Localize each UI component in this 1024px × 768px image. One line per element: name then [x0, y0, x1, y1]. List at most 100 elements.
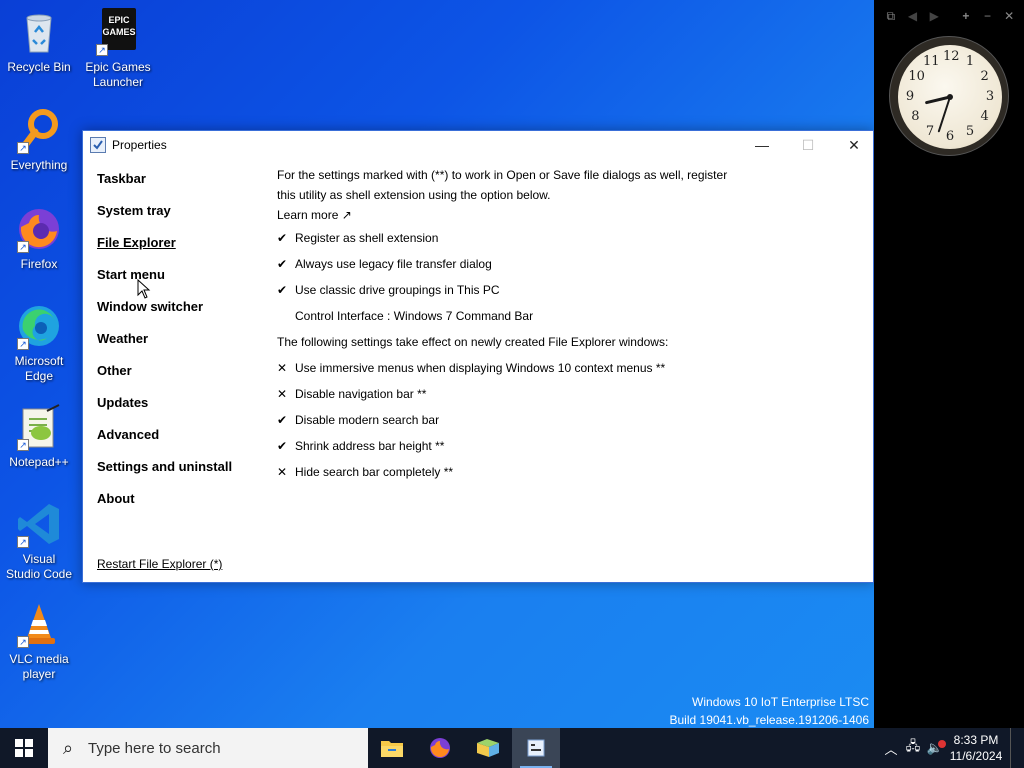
minimize-icon[interactable]: −	[979, 9, 997, 23]
maximize-button: ☐	[785, 131, 831, 159]
desktop-icon-firefox[interactable]: ↗ Firefox	[1, 205, 77, 272]
search-icon: ⌕	[62, 737, 74, 758]
taskbar-files-app[interactable]	[464, 728, 512, 768]
intro-text-line1: For the settings marked with (**) to wor…	[277, 168, 728, 182]
watermark-edition: Windows 10 IoT Enterprise LTSC	[692, 695, 869, 709]
clock-datetime[interactable]: 8:33 PM 11/6/2024	[946, 732, 1006, 764]
nav-item-updates[interactable]: Updates	[97, 393, 267, 425]
option-label: Disable navigation bar **	[295, 387, 427, 401]
close-icon[interactable]: ✕	[1000, 9, 1018, 23]
next-arrow-icon[interactable]: ▶	[925, 9, 943, 23]
title-bar[interactable]: Properties — ☐ ✕	[83, 131, 873, 159]
option-shrink-address-bar[interactable]: ✔ Shrink address bar height **	[277, 433, 747, 459]
desktop-icon-recycle-bin[interactable]: Recycle Bin	[1, 8, 77, 75]
file-explorer-settings: For the settings marked with (**) to wor…	[277, 165, 747, 485]
nav-item-advanced[interactable]: Advanced	[97, 425, 267, 457]
taskbar-firefox[interactable]	[416, 728, 464, 768]
option-legacy-file-transfer[interactable]: ✔ Always use legacy file transfer dialog	[277, 251, 747, 277]
minimize-icon: —	[755, 137, 769, 153]
nav-item-file-explorer[interactable]: File Explorer	[97, 233, 267, 265]
vlc-cone-icon: ↗	[15, 600, 63, 648]
nav-item-taskbar[interactable]: Taskbar	[97, 169, 267, 201]
maximize-icon: ☐	[801, 136, 815, 153]
check-icon: ✔	[277, 231, 288, 245]
check-icon: ✔	[277, 439, 288, 453]
option-classic-drive-groupings[interactable]: ✔ Use classic drive groupings in This PC	[277, 277, 747, 303]
network-icon[interactable]: 🖧	[902, 737, 924, 759]
desktop-icon-label: Firefox	[20, 257, 58, 271]
option-label: Disable modern search bar	[295, 413, 440, 427]
desktop-icon-notepadpp[interactable]: ↗ Notepad++	[1, 403, 77, 470]
taskbar-search-box[interactable]: ⌕ Type here to search	[48, 728, 368, 768]
learn-more-link[interactable]: Learn more ↗	[277, 205, 747, 225]
shortcut-arrow-icon: ↗	[17, 142, 29, 154]
files-app-icon	[477, 739, 499, 757]
muted-badge	[938, 740, 946, 748]
firefox-icon: ↗	[15, 205, 63, 253]
nav-item-settings-uninstall[interactable]: Settings and uninstall	[97, 457, 267, 489]
option-immersive-menus[interactable]: ✕ Use immersive menus when displaying Wi…	[277, 355, 747, 381]
option-register-shell-extension[interactable]: ✔ Register as shell extension	[277, 225, 747, 251]
gadget-toolbar: ⧉ ◀ ▶ + − ✕	[882, 6, 1018, 26]
show-desktop-button[interactable]	[1010, 728, 1024, 768]
option-disable-modern-search[interactable]: ✔ Disable modern search bar	[277, 407, 747, 433]
cross-icon: ✕	[277, 361, 288, 375]
folder-icon	[381, 741, 403, 757]
notepadpp-icon: ↗	[15, 403, 63, 451]
chevron-up-icon[interactable]: ︿	[880, 739, 902, 758]
option-control-interface[interactable]: Control Interface : Windows 7 Command Ba…	[277, 303, 747, 329]
nav-item-system-tray[interactable]: System tray	[97, 201, 267, 233]
option-label: Use immersive menus when displaying Wind…	[295, 361, 666, 375]
intro-text-line2: this utility as shell extension using th…	[277, 188, 551, 202]
desktop-icon-edge[interactable]: ↗ Microsoft Edge	[1, 302, 77, 384]
hour-hand	[925, 95, 952, 105]
nav-item-about[interactable]: About	[97, 489, 267, 521]
shortcut-arrow-icon: ↗	[17, 338, 29, 350]
check-icon: ✔	[277, 283, 288, 297]
magnifier-icon: ↗	[15, 106, 63, 154]
restart-file-explorer-link[interactable]: Restart File Explorer (*)	[97, 557, 222, 571]
gadget-window-icon[interactable]: ⧉	[882, 9, 900, 24]
new-windows-note: The following settings take effect on ne…	[277, 335, 669, 349]
taskbar-file-explorer[interactable]	[368, 728, 416, 768]
minimize-button[interactable]: —	[739, 131, 785, 159]
add-gadget-icon[interactable]: +	[957, 9, 975, 23]
nav-item-start-menu[interactable]: Start menu	[97, 265, 267, 297]
app-icon	[90, 137, 106, 153]
desktop-icon-label: Microsoft Edge	[14, 354, 64, 383]
desktop-icon-vscode[interactable]: ↗ Visual Studio Code	[1, 500, 77, 582]
desktop-icon-label: Epic Games Launcher	[85, 60, 151, 89]
option-label: Register as shell extension	[295, 231, 439, 245]
shortcut-arrow-icon: ↗	[96, 44, 108, 56]
clock-time: 8:33 PM	[953, 733, 999, 747]
prev-arrow-icon[interactable]: ◀	[904, 9, 922, 23]
desktop-icon-vlc[interactable]: ↗ VLC media player	[1, 600, 77, 682]
properties-app-icon	[527, 739, 545, 757]
cross-icon: ✕	[277, 387, 288, 401]
start-button[interactable]	[0, 728, 48, 768]
cross-icon: ✕	[277, 465, 288, 479]
desktop-icon-label: Visual Studio Code	[5, 552, 73, 581]
nav-item-window-switcher[interactable]: Window switcher	[97, 297, 267, 329]
clock-face: 11 10 9 8 7 6 5 4 3 2 1 12	[898, 45, 1002, 149]
desktop-icon-epic-games[interactable]: EPIC GAMES ↗ Epic Games Launcher	[80, 8, 156, 90]
vscode-icon: ↗	[15, 500, 63, 548]
option-hide-search-bar[interactable]: ✕ Hide search bar completely **	[277, 459, 747, 485]
system-tray: ︿ 🖧 🔈 8:33 PM 11/6/2024	[880, 728, 1024, 768]
nav-item-weather[interactable]: Weather	[97, 329, 267, 361]
clock-gadget[interactable]: 11 10 9 8 7 6 5 4 3 2 1 12	[889, 36, 1009, 156]
mouse-cursor-icon	[137, 279, 151, 299]
option-disable-navigation-bar[interactable]: ✕ Disable navigation bar **	[277, 381, 747, 407]
recycle-bin-icon	[15, 8, 63, 56]
desktop-icon-everything[interactable]: ↗ Everything	[1, 106, 77, 173]
shortcut-arrow-icon: ↗	[17, 439, 29, 451]
shortcut-arrow-icon: ↗	[17, 536, 29, 548]
taskbar-properties-app[interactable]	[512, 728, 560, 768]
option-label: Use classic drive groupings in This PC	[295, 283, 500, 297]
nav-item-other[interactable]: Other	[97, 361, 267, 393]
option-label: Shrink address bar height **	[295, 439, 445, 453]
settings-nav: Taskbar System tray File Explorer Start …	[97, 169, 267, 521]
close-button[interactable]: ✕	[831, 131, 877, 159]
clock-hands	[925, 94, 953, 133]
volume-muted-icon[interactable]: 🔈	[924, 740, 946, 756]
